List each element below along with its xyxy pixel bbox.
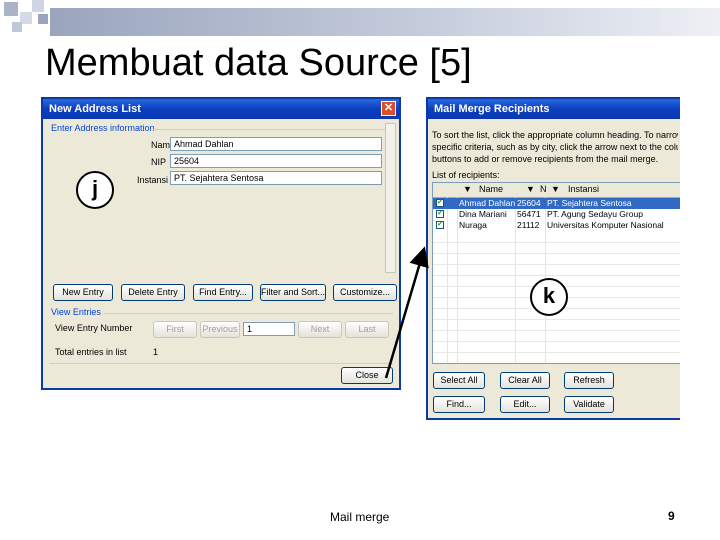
callout-k: k: [530, 278, 568, 316]
page-number: 9: [668, 509, 675, 523]
callout-j: j: [76, 171, 114, 209]
slide-footer: Mail merge: [330, 510, 390, 524]
arrow-annotation: [384, 246, 429, 379]
arrow-line: [384, 246, 429, 379]
